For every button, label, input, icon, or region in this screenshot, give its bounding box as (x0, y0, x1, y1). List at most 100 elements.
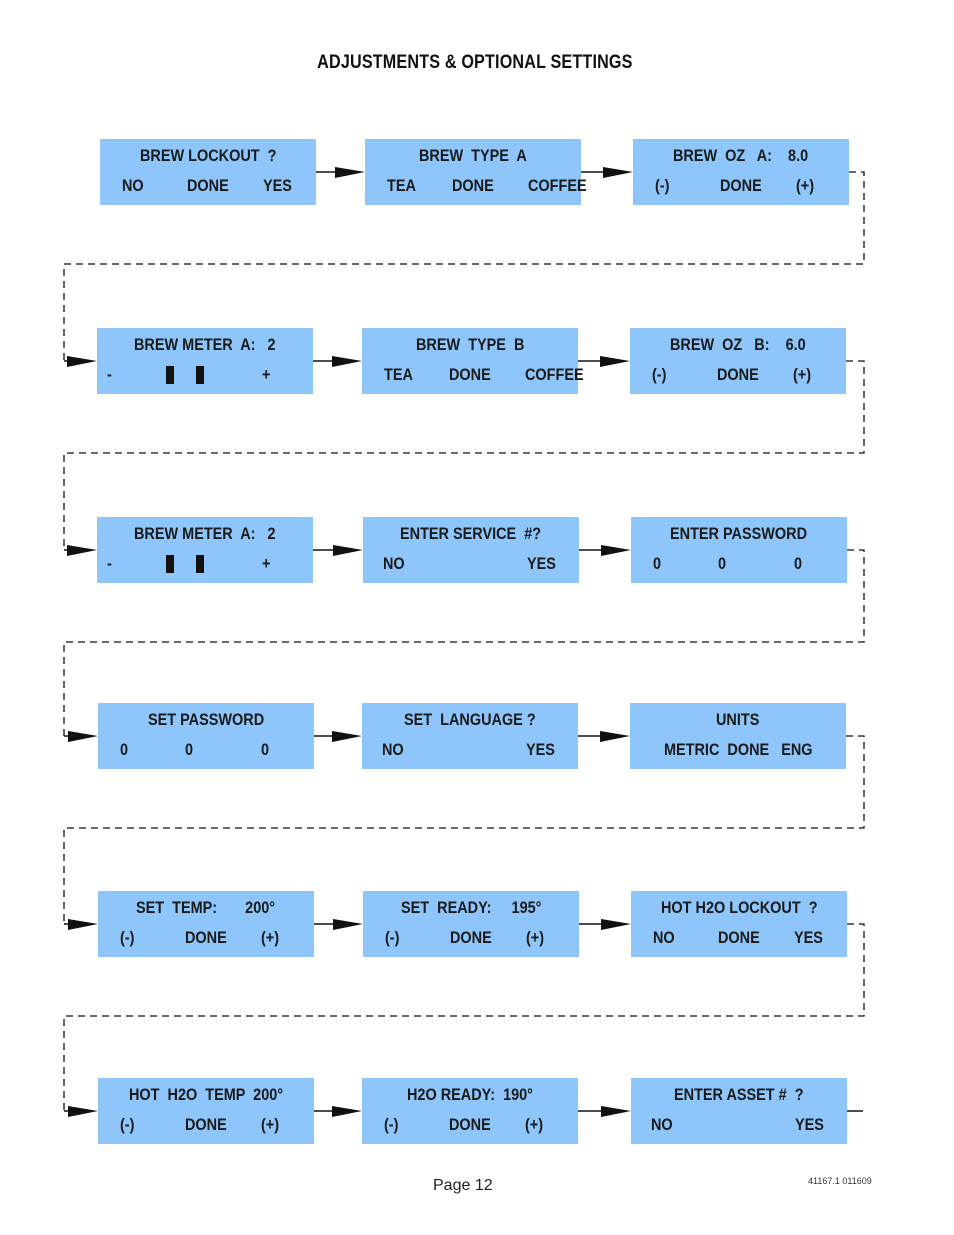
screen-set-temp: SET TEMP: 200° (-) DONE (+) (98, 891, 314, 957)
arrow-head (67, 545, 97, 556)
screen-option: NO (653, 928, 675, 947)
screen-brew-type-b: BREW TYPE B TEA DONE COFFEE (362, 328, 584, 394)
screen-prompt: BREW TYPE B (415, 335, 525, 354)
screen-set-ready: SET READY: 195° (-) DONE (+) (363, 891, 579, 957)
screen-option: DONE (452, 176, 494, 195)
screen-option: DONE (718, 928, 760, 947)
screen-option: (-) (385, 928, 400, 947)
screen-option: METRIC DONE ENG (663, 740, 813, 759)
screen-option: (-) (120, 928, 135, 947)
screen-option: 0 (653, 554, 662, 573)
meter-bar (196, 555, 204, 573)
screen-prompt: ENTER PASSWORD (670, 524, 808, 543)
screen-option: 0 (718, 554, 727, 573)
screen-enter-service: ENTER SERVICE #? NO YES (363, 517, 579, 583)
arrow-head (600, 356, 630, 367)
screen-option: YES (263, 176, 292, 195)
screen-h2o-ready: H2O READY: 190° (-) DONE (+) (362, 1078, 578, 1144)
screen-option: (-) (120, 1115, 135, 1134)
screen-prompt: BREW TYPE A (419, 146, 527, 165)
screen-option: YES (794, 928, 823, 947)
screen-option: 0 (261, 740, 270, 759)
screen-option: (+) (261, 928, 280, 947)
screen-option: DONE (187, 176, 229, 195)
screen-option: (-) (655, 176, 670, 195)
screen-option: (-) (384, 1115, 399, 1134)
arrow-head (68, 1106, 98, 1117)
screen-option: NO (382, 740, 404, 759)
screen-option: DONE (449, 365, 491, 384)
screen-brew-oz-b: BREW OZ B: 6.0 (-) DONE (+) (630, 328, 846, 394)
screen-prompt: SET TEMP: 200° (136, 898, 276, 917)
screen-brew-meter-a-2: BREW METER A: 2 - + (97, 517, 313, 583)
screen-option: TEA (384, 365, 413, 384)
screen-option: (+) (796, 176, 815, 195)
arrow-head (68, 919, 98, 930)
screen-option: (+) (525, 1115, 544, 1134)
arrow-head (68, 731, 98, 742)
screen-prompt: ENTER SERVICE #? (400, 524, 542, 543)
screen-prompt: ENTER ASSET # ? (674, 1085, 804, 1104)
screen-prompt: BREW METER A: 2 (134, 335, 276, 354)
arrow-head (335, 167, 365, 178)
screen-option: DONE (450, 928, 492, 947)
document-number: 41167.1 011609 (808, 1176, 872, 1186)
screen-option: DONE (720, 176, 762, 195)
screen-option: (-) (652, 365, 667, 384)
screen-option: (+) (526, 928, 545, 947)
arrow-head (600, 731, 630, 742)
screen-set-language: SET LANGUAGE ? NO YES (362, 703, 578, 769)
screen-option: 0 (120, 740, 129, 759)
screen-prompt: UNITS (716, 710, 760, 729)
screen-option: (+) (793, 365, 812, 384)
screen-prompt: HOT H2O TEMP 200° (128, 1085, 284, 1104)
screen-prompt: SET LANGUAGE ? (404, 710, 536, 729)
screen-option: DONE (185, 1115, 227, 1134)
arrow-head (332, 356, 362, 367)
screen-prompt: SET PASSWORD (147, 710, 265, 729)
screen-option: COFFEE (528, 176, 587, 195)
arrow-head (332, 731, 362, 742)
screen-option: DONE (449, 1115, 491, 1134)
arrow-head (601, 545, 631, 556)
screen-prompt: BREW METER A: 2 (134, 524, 276, 543)
screen-brew-meter-a-1: BREW METER A: 2 - + (97, 328, 313, 394)
screen-option: (+) (261, 1115, 280, 1134)
meter-bar (166, 555, 174, 573)
arrow-head (333, 545, 363, 556)
meter-bar (196, 366, 204, 384)
screen-enter-asset: ENTER ASSET # ? NO YES (631, 1078, 847, 1144)
screen-brew-oz-a: BREW OZ A: 8.0 (-) DONE (+) (633, 139, 849, 205)
screen-prompt: SET READY: 195° (400, 898, 542, 917)
screen-option: 0 (185, 740, 194, 759)
screen-option: + (262, 554, 271, 573)
screen-units: UNITS METRIC DONE ENG (630, 703, 846, 769)
screen-prompt: HOT H2O LOCKOUT ? (660, 898, 818, 917)
page-number: Page 12 (433, 1177, 493, 1194)
screen-option: NO (122, 176, 144, 195)
page-title: ADJUSTMENTS & OPTIONAL SETTINGS (317, 52, 633, 73)
screen-hot-h2o-lockout: HOT H2O LOCKOUT ? NO DONE YES (631, 891, 847, 957)
screen-option: - (107, 365, 112, 384)
arrow-head (332, 1106, 362, 1117)
arrow-head (333, 919, 363, 930)
screen-option: DONE (185, 928, 227, 947)
arrow-head (601, 1106, 631, 1117)
screen-option: - (107, 554, 112, 573)
arrow-head (601, 919, 631, 930)
screen-option: COFFEE (525, 365, 584, 384)
meter-bar (166, 366, 174, 384)
arrow-head (67, 356, 97, 367)
screen-option: YES (526, 740, 555, 759)
screen-option: 0 (794, 554, 803, 573)
screen-option: YES (527, 554, 556, 573)
screen-prompt: BREW LOCKOUT ? (139, 146, 277, 165)
screen-brew-type-a: BREW TYPE A TEA DONE COFFEE (365, 139, 587, 205)
screen-prompt: BREW OZ A: 8.0 (673, 146, 809, 165)
screen-set-password: SET PASSWORD 0 0 0 (98, 703, 314, 769)
screen-option: NO (651, 1115, 673, 1134)
screen-hot-h2o-temp: HOT H2O TEMP 200° (-) DONE (+) (98, 1078, 314, 1144)
screen-option: TEA (387, 176, 416, 195)
arrow-head (603, 167, 633, 178)
screen-option: NO (383, 554, 405, 573)
